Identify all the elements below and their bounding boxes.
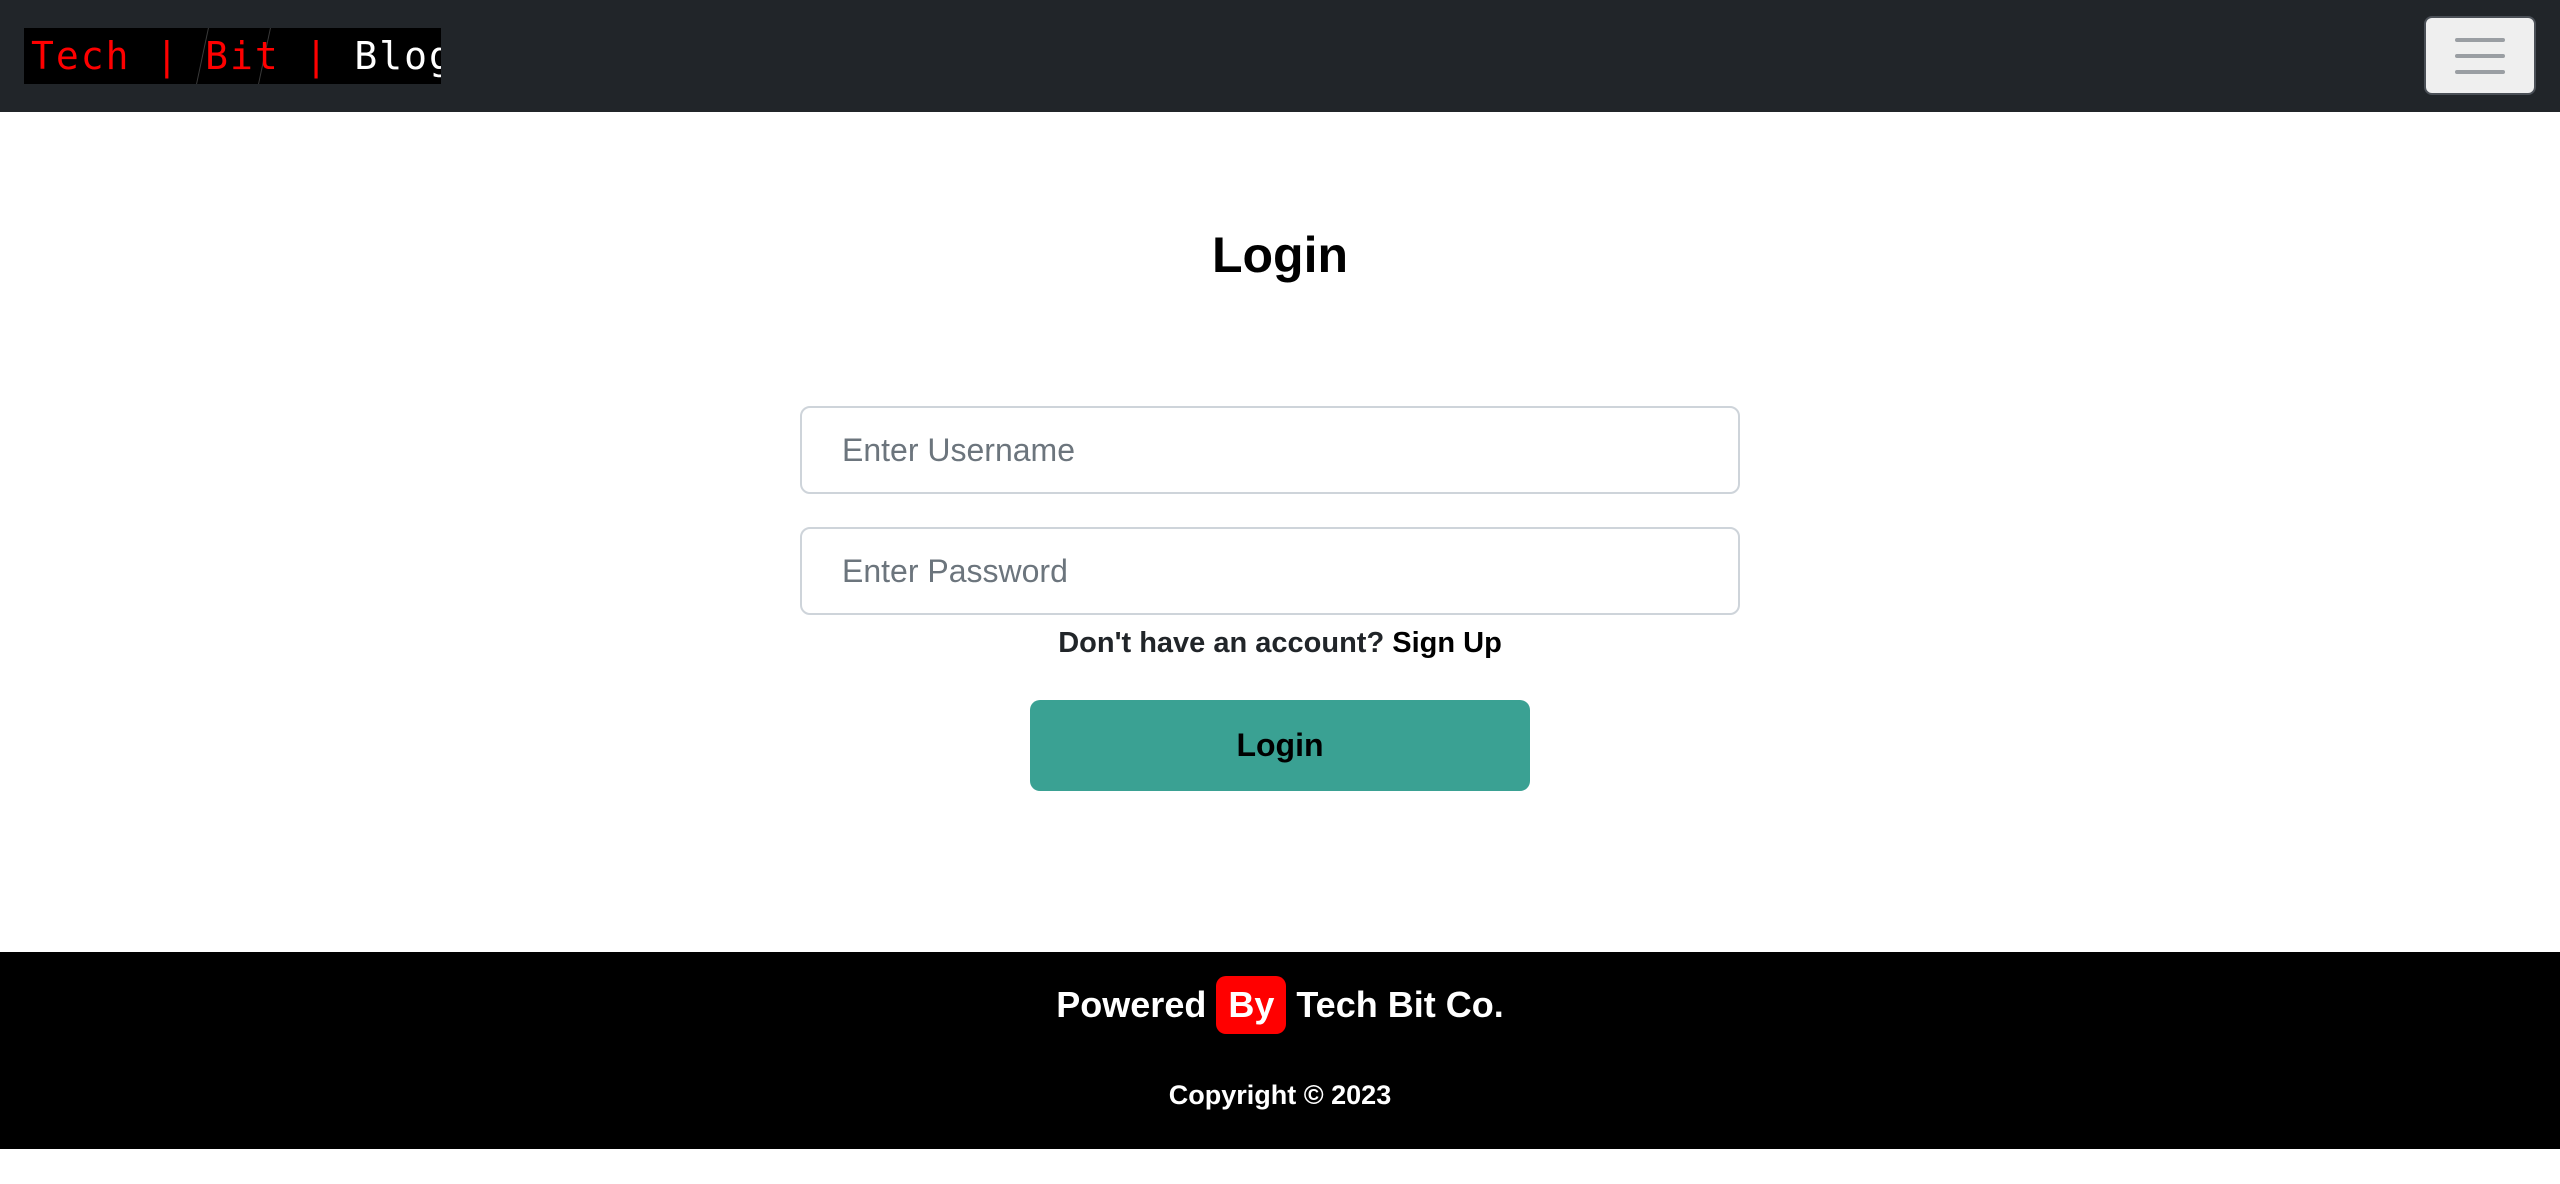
powered-text: Powered: [1056, 984, 1207, 1025]
hamburger-line: [2455, 37, 2505, 42]
navbar-toggle-button[interactable]: [2424, 16, 2536, 95]
hamburger-line: [2455, 53, 2505, 58]
signup-link[interactable]: Sign Up: [1392, 627, 1502, 659]
company-name: Tech Bit Co.: [1296, 984, 1504, 1025]
hamburger-line: [2455, 69, 2505, 74]
top-navbar: Tech | Bit | Blog: [0, 0, 2560, 112]
username-input[interactable]: [800, 406, 1740, 494]
password-input[interactable]: [800, 527, 1740, 615]
login-button[interactable]: Login: [1030, 700, 1530, 791]
copyright-text: Copyright © 2023: [1168, 1080, 1392, 1110]
signup-prompt: Don't have an account? Sign Up: [0, 627, 2560, 660]
signup-prompt-text: Don't have an account?: [1058, 627, 1385, 659]
powered-by-line: Powered By Tech Bit Co.: [0, 976, 2560, 1034]
by-badge: By: [1216, 976, 1287, 1034]
page-title: Login: [1211, 227, 1349, 283]
brand-logo-text-red: Tech | Bit |: [31, 34, 355, 78]
brand-logo[interactable]: Tech | Bit | Blog: [24, 28, 441, 84]
brand-logo-text-white: Blog: [354, 34, 441, 78]
footer: Powered By Tech Bit Co. Copyright © 2023: [0, 952, 2560, 1149]
